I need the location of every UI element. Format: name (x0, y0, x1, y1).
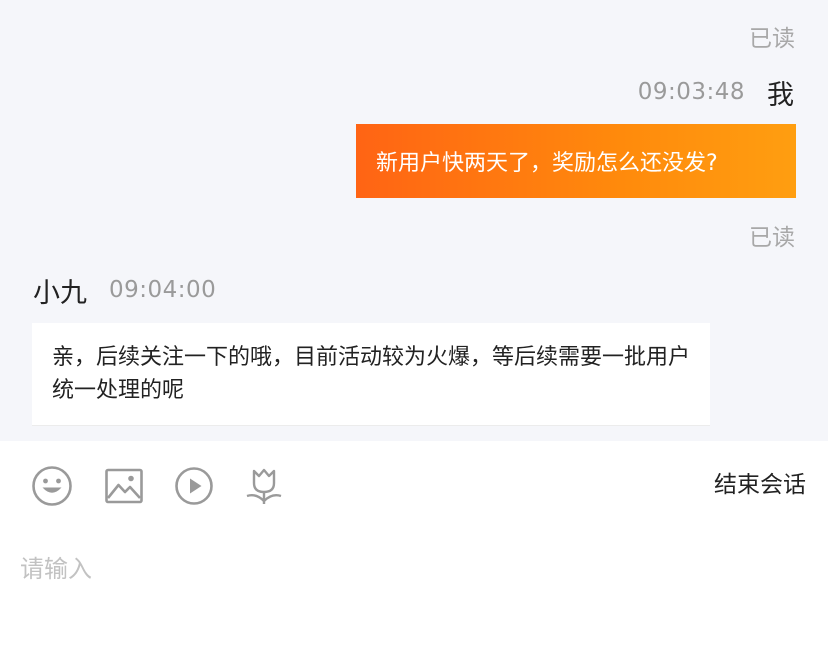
read-status: 已读 (749, 26, 795, 52)
message-timestamp: 09:04:00 (109, 277, 217, 303)
outgoing-message-header: 09:03:48 我 (637, 74, 794, 111)
message-text: 亲，后续关注一下的哦，目前活动较为火爆，等后续需要一批用户统一处理的呢 (52, 345, 691, 403)
composer (0, 531, 828, 655)
outgoing-message-bubble[interactable]: 新用户快两天了，奖励怎么还没发? (356, 124, 796, 198)
message-list[interactable]: 已读 09:03:48 我 新用户快两天了，奖励怎么还没发? 已读 小九 09:… (0, 0, 828, 441)
incoming-message-header: 小九 09:04:00 (33, 272, 217, 309)
message-input[interactable] (16, 545, 814, 593)
video-icon[interactable] (173, 465, 215, 507)
image-icon[interactable] (103, 465, 145, 507)
message-text: 新用户快两天了，奖励怎么还没发? (376, 151, 718, 176)
sender-name: 我 (767, 79, 794, 111)
incoming-message-bubble[interactable]: 亲，后续关注一下的哦，目前活动较为火爆，等后续需要一批用户统一处理的呢 (32, 323, 710, 426)
emoji-icon[interactable] (31, 465, 73, 507)
flower-icon[interactable] (243, 465, 285, 507)
read-status: 已读 (749, 225, 795, 251)
composer-toolbar: 结束会话 (0, 441, 828, 531)
sender-name: 小九 (33, 277, 87, 309)
message-timestamp: 09:03:48 (637, 79, 745, 105)
end-session-button[interactable]: 结束会话 (714, 469, 806, 501)
chat-page: 已读 09:03:48 我 新用户快两天了，奖励怎么还没发? 已读 小九 09:… (0, 0, 828, 655)
